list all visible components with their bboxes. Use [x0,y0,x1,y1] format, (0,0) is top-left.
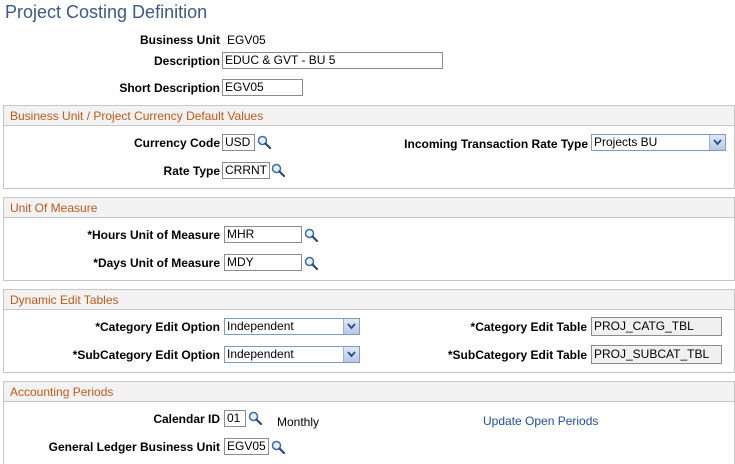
currency-section-header: Business Unit / Project Currency Default… [4,106,734,126]
calendar-description: Monthly [277,415,320,429]
calendar-id-lookup-icon[interactable] [248,411,262,425]
short-description-label: Short Description [119,81,220,95]
description-input[interactable]: EDUC & GVT - BU 5 [222,52,443,69]
hours-uom-label: *Hours Unit of Measure [87,228,220,242]
rate-type-lookup-icon[interactable] [271,163,285,177]
category-edit-option-select[interactable]: Independent [224,318,360,335]
category-edit-option-label: *Category Edit Option [95,320,220,334]
description-label: Description [153,54,220,68]
incoming-rate-type-select[interactable]: Projects BU [591,134,726,151]
currency-code-input[interactable]: USD [222,134,255,151]
rate-type-label: Rate Type [163,164,220,178]
category-edit-option-value: Independent [227,319,294,333]
days-uom-lookup-icon[interactable] [304,256,318,270]
business-unit-label: Business Unit [139,33,220,47]
currency-code-label: Currency Code [133,136,220,150]
business-unit-value: EGV05 [227,33,266,47]
gl-business-unit-lookup-icon[interactable] [271,440,285,454]
calendar-id-input[interactable]: 01 [224,410,246,427]
subcategory-edit-table-value: PROJ_SUBCAT_TBL [591,345,722,364]
incoming-rate-type-value: Projects BU [594,135,658,149]
calendar-id-label: Calendar ID [153,412,220,426]
gl-business-unit-input[interactable]: EGV05 [224,438,269,455]
page-title: Project Costing Definition [5,2,208,22]
hours-uom-lookup-icon[interactable] [304,228,318,242]
chevron-down-icon[interactable] [709,135,725,150]
category-edit-table-value: PROJ_CATG_TBL [591,317,722,336]
incoming-rate-type-label: Incoming Transaction Rate Type [404,137,588,151]
accounting-section-header: Accounting Periods [4,382,734,402]
subcategory-edit-option-value: Independent [227,347,294,361]
short-description-input[interactable]: EGV05 [222,79,303,96]
uom-section-header: Unit Of Measure [4,198,734,218]
rate-type-input[interactable]: CRRNT [222,162,270,179]
subcategory-edit-option-label: *SubCategory Edit Option [72,348,220,362]
subcategory-edit-option-select[interactable]: Independent [224,346,360,363]
days-uom-input[interactable]: MDY [224,254,302,271]
subcategory-edit-table-label: *SubCategory Edit Table [447,348,587,362]
category-edit-table-label: *Category Edit Table [470,320,587,334]
currency-code-lookup-icon[interactable] [257,135,271,149]
hours-uom-input[interactable]: MHR [224,226,302,243]
days-uom-label: *Days Unit of Measure [93,256,220,270]
edit-tables-section-header: Dynamic Edit Tables [4,290,734,310]
gl-business-unit-label: General Ledger Business Unit [48,440,220,454]
update-open-periods-link[interactable]: Update Open Periods [483,414,598,428]
chevron-down-icon[interactable] [343,347,359,362]
chevron-down-icon[interactable] [343,319,359,334]
